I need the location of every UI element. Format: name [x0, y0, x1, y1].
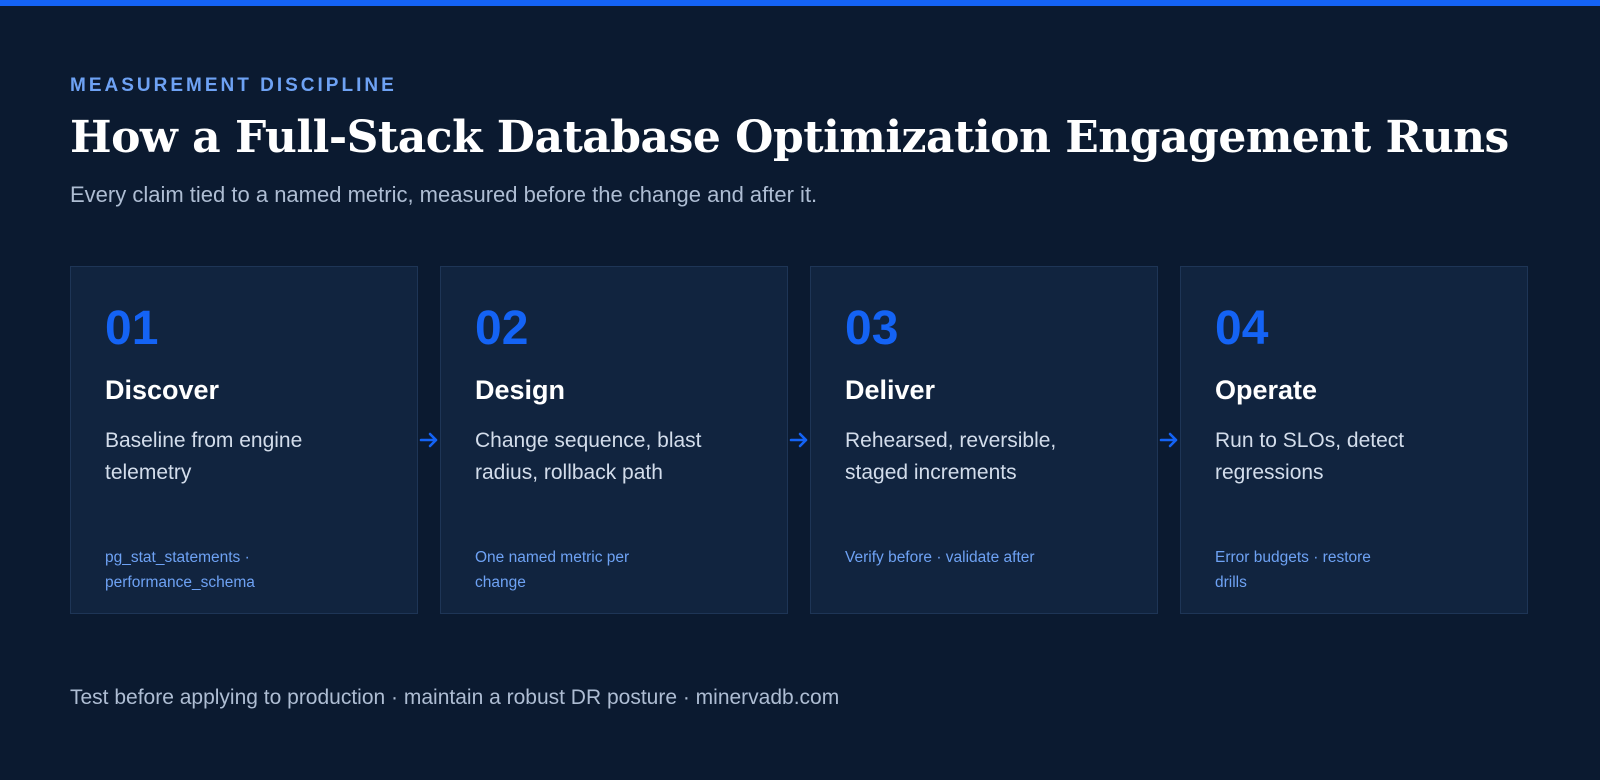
page-title: How a Full-Stack Database Optimization E…: [70, 112, 1509, 163]
step-number: 02: [475, 302, 529, 355]
step-footnote: Error budgets · restore drills: [1215, 549, 1371, 591]
step-title: Deliver: [845, 375, 936, 405]
arrow-right-icon: [1159, 432, 1178, 448]
step-description: Baseline from engine telemetry: [105, 429, 303, 484]
step-title: Discover: [105, 375, 220, 405]
step-number: 01: [105, 302, 159, 355]
infographic: MEASUREMENT DISCIPLINE How a Full-Stack …: [0, 0, 1600, 780]
step-card-deliver: 03 Deliver Rehearsed, reversible, staged…: [810, 266, 1158, 614]
step-footnote: pg_stat_statements · performance_schema: [105, 549, 255, 591]
arrow-right-icon: [419, 432, 438, 448]
arrow-right-icon: [789, 432, 808, 448]
footer-note: Test before applying to production · mai…: [70, 686, 840, 709]
step-card-design: 02 Design Change sequence, blast radius,…: [440, 266, 788, 614]
step-number: 03: [845, 302, 899, 355]
step-footnote: One named metric per change: [475, 549, 630, 591]
step-description: Run to SLOs, detect regressions: [1215, 429, 1405, 484]
step-description: Rehearsed, reversible, staged increments: [845, 429, 1057, 484]
step-description: Change sequence, blast radius, rollback …: [475, 429, 702, 484]
step-card-discover: 01 Discover Baseline from engine telemet…: [70, 266, 418, 614]
top-accent-bar: [0, 0, 1600, 6]
step-title: Design: [475, 375, 566, 405]
step-card-operate: 04 Operate Run to SLOs, detect regressio…: [1180, 266, 1528, 614]
page-subtitle: Every claim tied to a named metric, meas…: [70, 182, 818, 207]
step-number: 04: [1215, 302, 1269, 355]
step-title: Operate: [1215, 375, 1318, 405]
step-footnote: Verify before · validate after: [845, 549, 1035, 566]
eyebrow-label: MEASUREMENT DISCIPLINE: [70, 75, 397, 96]
